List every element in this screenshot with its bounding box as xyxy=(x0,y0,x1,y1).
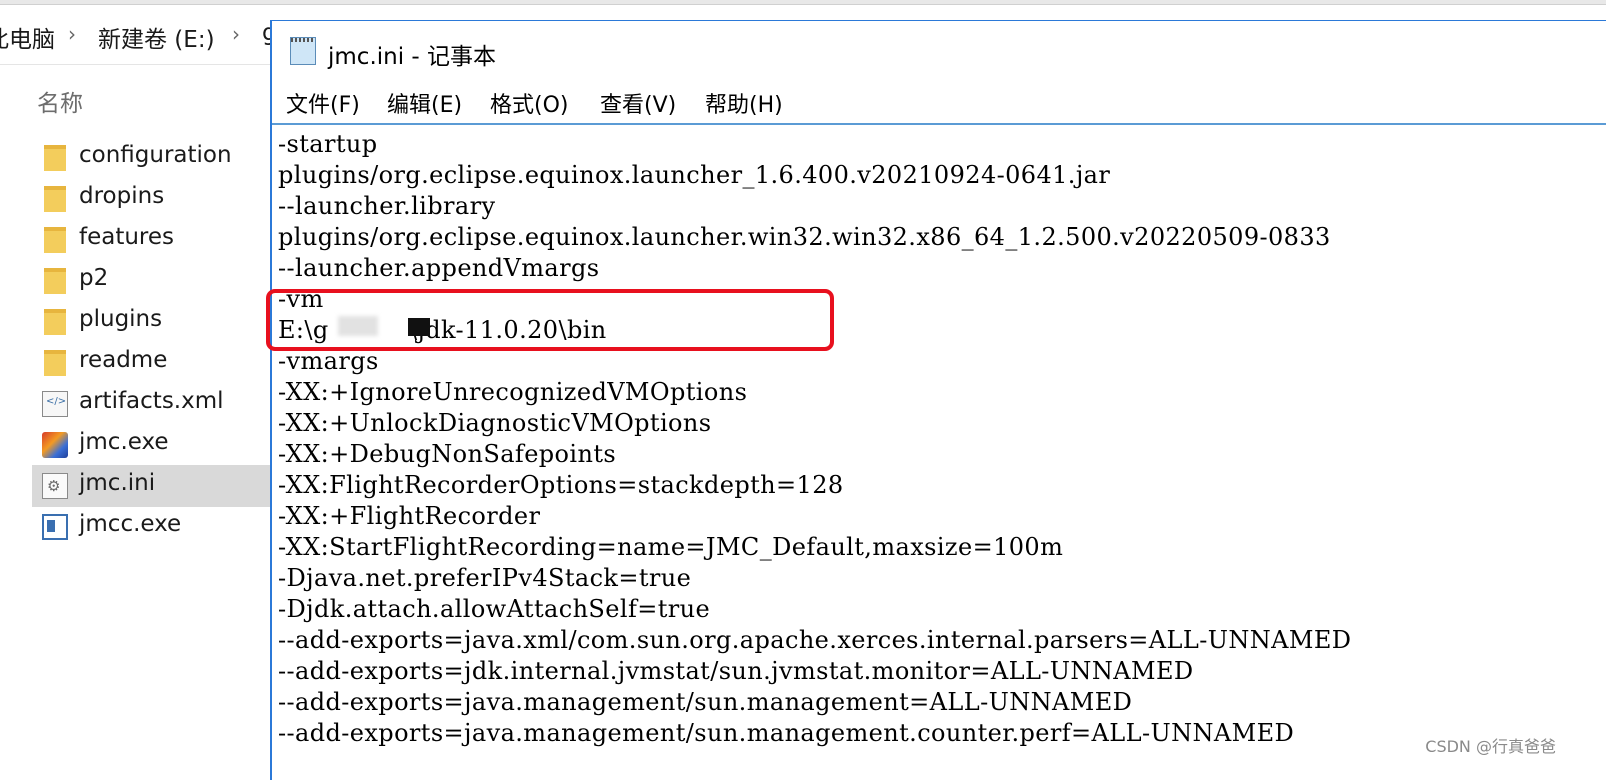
text-line: --launcher.appendVmargs xyxy=(278,254,600,282)
text-line: --add-exports=jdk.internal.jvmstat/sun.j… xyxy=(278,657,1194,685)
menu-bar: 文件(F) 编辑(E) 格式(O) 查看(V) 帮助(H) xyxy=(272,81,1606,125)
text-line: -XX:+DebugNonSafepoints xyxy=(278,440,617,468)
breadcrumb-item-drive[interactable]: 新建卷 (E:) xyxy=(98,20,215,54)
text-line-partial xyxy=(278,749,286,780)
file-row-features[interactable]: features xyxy=(32,219,282,261)
chevron-right-icon: › xyxy=(68,22,76,46)
ini-file-icon xyxy=(42,473,68,499)
file-row-jmc-exe[interactable]: jmc.exe xyxy=(32,424,282,466)
text-line: -startup xyxy=(278,130,378,158)
folder-icon xyxy=(44,186,66,212)
text-line: -XX:+FlightRecorder xyxy=(278,502,541,530)
text-line: --add-exports=java.management/sun.manage… xyxy=(278,719,1295,747)
menu-file[interactable]: 文件(F) xyxy=(286,87,360,119)
column-header-name[interactable]: 名称 xyxy=(37,84,83,118)
text-line: --add-exports=java.xml/com.sun.org.apach… xyxy=(278,626,1352,654)
text-line: -Djdk.attach.allowAttachSelf=true xyxy=(278,595,711,623)
folder-icon xyxy=(44,268,66,294)
file-name: jmc.ini xyxy=(79,470,156,496)
file-row-dropins[interactable]: dropins xyxy=(32,178,282,220)
text-line: -XX:+IgnoreUnrecognizedVMOptions xyxy=(278,378,748,406)
window-title: jmc.ini - 记事本 xyxy=(328,44,497,70)
text-line: plugins/org.eclipse.equinox.launcher_1.6… xyxy=(278,161,1111,189)
file-name: artifacts.xml xyxy=(79,388,224,414)
menu-view[interactable]: 查看(V) xyxy=(600,87,676,119)
menu-help[interactable]: 帮助(H) xyxy=(705,87,783,119)
file-name: dropins xyxy=(79,183,165,209)
app-window-icon xyxy=(42,514,68,540)
text-line: --add-exports=java.management/sun.manage… xyxy=(278,688,1133,716)
folder-icon xyxy=(44,227,66,253)
file-name: features xyxy=(79,224,175,250)
file-name: readme xyxy=(79,347,168,373)
folder-icon xyxy=(44,145,66,171)
file-row-jmcc-exe[interactable]: jmcc.exe xyxy=(32,506,282,548)
title-bar[interactable]: jmc.ini - 记事本 xyxy=(272,21,1606,81)
file-name: plugins xyxy=(79,306,163,332)
file-row-artifacts-xml[interactable]: artifacts.xml xyxy=(32,383,282,425)
text-line: -Djava.net.preferIPv4Stack=true xyxy=(278,564,692,592)
file-row-p2[interactable]: p2 xyxy=(32,260,282,302)
text-editor-area[interactable]: -startup plugins/org.eclipse.equinox.lau… xyxy=(278,125,1606,780)
annotation-highlight-box xyxy=(266,289,834,351)
file-name: jmc.exe xyxy=(79,429,169,455)
xml-file-icon xyxy=(42,391,68,417)
notepad-window: jmc.ini - 记事本 文件(F) 编辑(E) 格式(O) 查看(V) 帮助… xyxy=(270,20,1606,780)
folder-icon xyxy=(44,350,66,376)
text-line: --launcher.library xyxy=(278,192,496,220)
notepad-icon xyxy=(290,37,316,65)
file-name: jmcc.exe xyxy=(79,511,182,537)
folder-icon xyxy=(44,309,66,335)
file-row-plugins[interactable]: plugins xyxy=(32,301,282,343)
watermark: CSDN @行真爸爸 xyxy=(1425,737,1556,756)
file-row-readme[interactable]: readme xyxy=(32,342,282,384)
menu-edit[interactable]: 编辑(E) xyxy=(387,87,462,119)
chevron-right-icon: › xyxy=(232,22,240,46)
file-name: p2 xyxy=(79,265,109,291)
text-line: -XX:FlightRecorderOptions=stackdepth=128 xyxy=(278,471,844,499)
file-row-jmc-ini[interactable]: jmc.ini xyxy=(32,465,282,507)
text-line: -XX:+UnlockDiagnosticVMOptions xyxy=(278,409,712,437)
breadcrumb-item-this-pc[interactable]: 此电脑 xyxy=(0,20,55,54)
text-line: plugins/org.eclipse.equinox.launcher.win… xyxy=(278,223,1331,251)
breadcrumb: 此电脑 › 新建卷 (E:) › g xyxy=(0,8,300,65)
explorer-top-border xyxy=(0,0,1606,5)
file-name: configuration xyxy=(79,142,232,168)
menu-format[interactable]: 格式(O) xyxy=(490,87,568,119)
text-line: -XX:StartFlightRecording=name=JMC_Defaul… xyxy=(278,533,1064,561)
jmc-exe-icon xyxy=(42,432,68,458)
file-row-configuration[interactable]: configuration xyxy=(32,137,282,179)
